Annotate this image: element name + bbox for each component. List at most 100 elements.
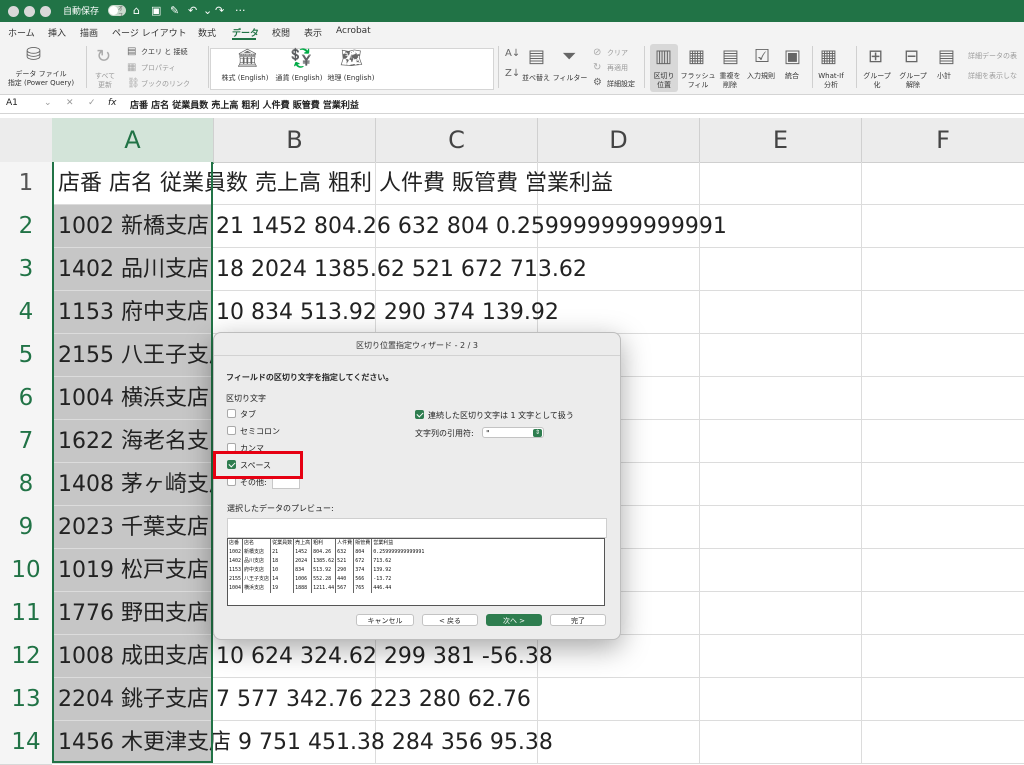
currency-button[interactable]: 通貨 (English): [274, 74, 324, 83]
whatif-analysis-button[interactable]: What-If 分析: [814, 72, 848, 90]
column-header-f[interactable]: F: [862, 118, 1024, 163]
refresh-all-button[interactable]: すべて 更新: [90, 72, 120, 90]
queries-icon: ▤: [127, 46, 137, 57]
tab-formulas[interactable]: 数式: [198, 26, 216, 39]
save-icon[interactable]: ▣: [151, 4, 161, 17]
name-box[interactable]: A1: [6, 98, 18, 108]
queries-connections-button[interactable]: クエリ と 接続: [141, 48, 187, 57]
preview-header-area: [227, 518, 607, 538]
preview-cell: 販管費: [353, 539, 373, 548]
reapply-button[interactable]: 再適用: [607, 64, 628, 73]
next-button[interactable]: 次へ >: [486, 614, 542, 626]
properties-button[interactable]: プロパティ: [141, 64, 176, 73]
get-data-button[interactable]: データ ファイル 指定 (Power Query): [6, 70, 76, 88]
back-button[interactable]: < 戻る: [422, 614, 478, 626]
cancel-button[interactable]: キャンセル: [356, 614, 414, 626]
ungroup-button[interactable]: グループ 解除: [896, 72, 930, 90]
preview-cell: 804: [353, 548, 373, 557]
geography-button[interactable]: 地理 (English): [326, 74, 376, 83]
clear-button[interactable]: クリア: [607, 49, 628, 58]
undo-icon[interactable]: ↶: [188, 4, 197, 17]
preview-row: 1153 府中支店 10 834 513.92 290 374 139.92: [228, 566, 425, 575]
name-box-dropdown-icon[interactable]: ⌄: [44, 98, 52, 108]
row-header[interactable]: 4: [0, 291, 52, 335]
sort-za-icon[interactable]: Z↓: [505, 68, 520, 79]
preview-cell: 粗利: [311, 539, 337, 548]
row-header[interactable]: 1: [0, 162, 52, 206]
hide-detail-button[interactable]: 詳細を表示しな: [968, 72, 1017, 81]
consecutive-delimiters-checkbox[interactable]: [415, 410, 424, 419]
group-button[interactable]: グループ 化: [860, 72, 894, 90]
row-header[interactable]: 12: [0, 635, 52, 679]
preview-cell: 1002: [228, 548, 244, 557]
data-preview[interactable]: 店番 店名 従業員数 売上高 粗利 人件費 販管費 営業利益 1002 新橋支店 21 1452 804…: [227, 538, 605, 606]
finish-button[interactable]: 完了: [550, 614, 606, 626]
minimize-window-button[interactable]: [24, 6, 35, 17]
consolidate-button[interactable]: 統合: [780, 72, 804, 81]
geography-icon: 🗺: [340, 48, 363, 69]
row-header[interactable]: 7: [0, 420, 52, 464]
flash-fill-button[interactable]: フラッシュ フィル: [680, 72, 716, 90]
tab-acrobat[interactable]: Acrobat: [336, 26, 371, 36]
tab-page-layout[interactable]: ページ レイアウト: [112, 26, 187, 39]
tab-checkbox-label: タブ: [240, 410, 256, 419]
tab-review[interactable]: 校閲: [272, 26, 290, 39]
semicolon-checkbox[interactable]: [227, 426, 236, 435]
row-header[interactable]: 11: [0, 592, 52, 636]
column-header-a[interactable]: A: [52, 118, 214, 164]
redo-icon[interactable]: ↷: [215, 4, 224, 17]
tab-draw[interactable]: 描画: [80, 26, 98, 39]
zoom-window-button[interactable]: [40, 6, 51, 17]
preview-cell: 人件費: [335, 539, 355, 548]
row-header[interactable]: 5: [0, 334, 52, 378]
close-window-button[interactable]: [8, 6, 19, 17]
sort-button[interactable]: 並べ替え: [520, 74, 552, 83]
show-detail-button[interactable]: 詳細データの表: [968, 52, 1017, 61]
cancel-icon[interactable]: ✕: [66, 98, 74, 108]
subtotal-button[interactable]: 小計: [932, 72, 956, 81]
fx-icon[interactable]: fx: [108, 98, 117, 108]
formula-input[interactable]: 店番 店名 従業員数 売上高 粗利 人件費 販管費 営業利益: [130, 98, 359, 111]
save-as-icon[interactable]: ✎: [170, 4, 179, 17]
home-icon[interactable]: ⌂: [133, 4, 140, 17]
text-qualifier-select[interactable]: " ⇕: [482, 427, 544, 438]
more-icon[interactable]: ···: [235, 4, 246, 17]
remove-duplicates-button[interactable]: 重複を 削除: [716, 72, 744, 90]
preview-cell: 552.28: [311, 575, 337, 584]
data-validation-button[interactable]: 入力規則: [744, 72, 778, 81]
enter-icon[interactable]: ✓: [88, 98, 96, 108]
ungroup-icon: ⊟: [904, 46, 920, 67]
row-header[interactable]: 6: [0, 377, 52, 421]
column-header-b[interactable]: B: [214, 118, 376, 163]
stocks-icon: 🏛: [236, 48, 259, 69]
remove-duplicates-icon: ▤: [722, 46, 740, 67]
column-header-c[interactable]: C: [376, 118, 538, 163]
row-header[interactable]: 13: [0, 678, 52, 722]
column-header-e[interactable]: E: [700, 118, 862, 163]
row-header[interactable]: 2: [0, 205, 52, 249]
tab-view[interactable]: 表示: [304, 26, 322, 39]
select-all-corner[interactable]: [0, 118, 53, 163]
row-header[interactable]: 10: [0, 549, 52, 593]
row-header[interactable]: 9: [0, 506, 52, 550]
edit-links-button[interactable]: ブックのリンク: [141, 80, 190, 89]
row-header[interactable]: 8: [0, 463, 52, 507]
text-to-columns-button[interactable]: 区切り 位置: [650, 72, 678, 90]
column-header-d[interactable]: D: [538, 118, 700, 163]
row-header[interactable]: 14: [0, 721, 52, 765]
row-header[interactable]: 3: [0, 248, 52, 292]
stepper-icon: ⇕: [533, 429, 542, 437]
filter-icon: ⏷: [562, 46, 577, 67]
preview-cell: 八王子支店: [242, 575, 272, 584]
tab-insert[interactable]: 挿入: [48, 26, 66, 39]
autosave-toggle[interactable]: オフ: [108, 5, 126, 19]
filter-button[interactable]: フィルター: [552, 74, 588, 83]
undo-dropdown-icon[interactable]: ⌄: [203, 4, 212, 17]
reapply-icon: ↻: [593, 62, 602, 73]
sort-az-icon[interactable]: A↓: [505, 48, 520, 59]
tab-home[interactable]: ホーム: [8, 26, 35, 39]
preview-cell: 713.62: [373, 558, 392, 564]
stocks-button[interactable]: 株式 (English): [220, 74, 270, 83]
tab-checkbox[interactable]: [227, 409, 236, 418]
advanced-filter-button[interactable]: 詳細設定: [607, 80, 635, 89]
